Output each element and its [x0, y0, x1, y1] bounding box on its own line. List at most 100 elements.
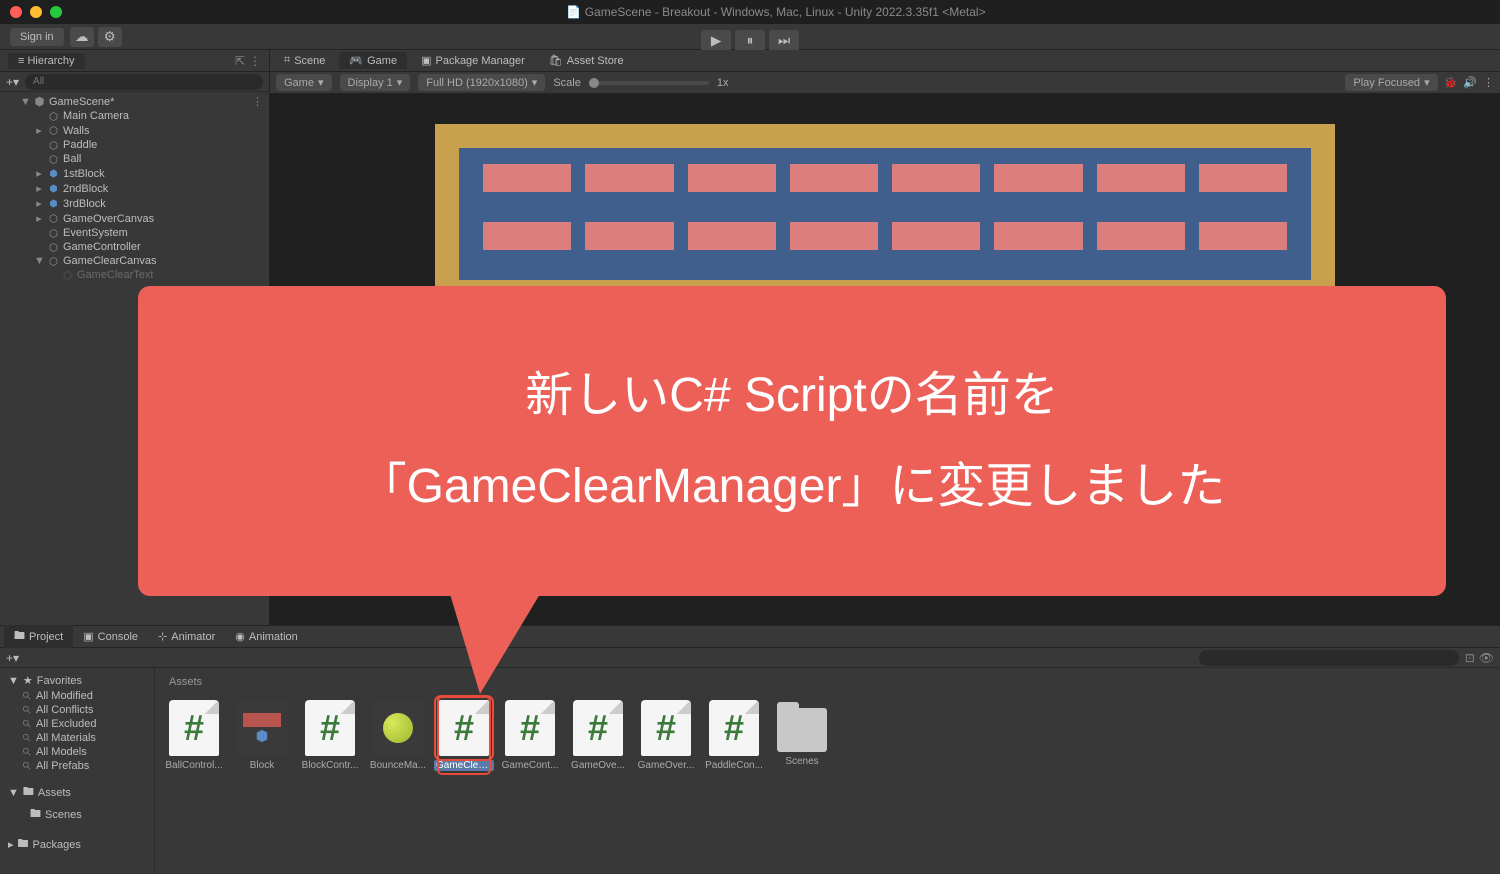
add-button[interactable]: +▾ [6, 75, 19, 89]
play-button[interactable]: ▶ [701, 30, 731, 52]
tree-item-gamecleartext[interactable]: GameClearText [0, 268, 269, 282]
fav-item[interactable]: All Prefabs [0, 759, 154, 773]
block [688, 164, 776, 192]
asset-item[interactable]: #GameOve... [573, 700, 623, 771]
fav-item[interactable]: All Materials [0, 731, 154, 745]
folder-item-scenes[interactable]: 🖿Scenes [0, 804, 154, 825]
audio-icon[interactable]: 🔊 [1463, 76, 1477, 89]
resolution-dropdown[interactable]: Full HD (1920x1080)▾ [418, 74, 545, 91]
fav-item[interactable]: All Models [0, 745, 154, 759]
project-content: ▼★Favorites All Modified All Conflicts A… [0, 668, 1500, 874]
signin-button[interactable]: Sign in [10, 28, 64, 46]
asset-item[interactable]: BounceMa... [373, 700, 423, 771]
window-controls [10, 6, 62, 18]
hierarchy-tree: ▼ GameScene* ⋮ Main Camera ▸Walls Paddle… [0, 92, 269, 284]
pause-button[interactable]: ⏸ [735, 30, 765, 52]
scene-root[interactable]: ▼ GameScene* ⋮ [0, 94, 269, 109]
expand-icon[interactable]: ▼ [34, 255, 44, 267]
breadcrumb[interactable]: Assets [165, 674, 1490, 696]
callout-line2: 「GameClearManager」に変更しました [359, 441, 1226, 532]
tab-animator[interactable]: ⊹Animator [148, 628, 225, 645]
hierarchy-search[interactable] [25, 74, 263, 90]
tree-item-1stblock[interactable]: ▸1stBlock [0, 166, 269, 181]
expand-icon[interactable]: ▸ [34, 197, 44, 210]
stats-icon[interactable]: ⋮ [1483, 76, 1494, 89]
expand-icon[interactable]: ▸ [34, 212, 44, 225]
hierarchy-toolbar: +▾ [0, 72, 269, 92]
asset-item[interactable]: #PaddleCon... [709, 700, 759, 771]
animation-icon: ◉ [235, 630, 245, 643]
fav-item[interactable]: All Excluded [0, 717, 154, 731]
tree-item-camera[interactable]: Main Camera [0, 109, 269, 123]
filter-icon[interactable]: ⊡ [1465, 651, 1475, 665]
fav-item[interactable]: All Conflicts [0, 703, 154, 717]
expand-icon[interactable]: ▸ [34, 124, 44, 137]
game-dropdown[interactable]: Game▾ [276, 74, 332, 91]
favorites-header[interactable]: ▼★Favorites [0, 672, 154, 689]
tree-item-gameovercanvas[interactable]: ▸GameOverCanvas [0, 211, 269, 226]
block [994, 222, 1082, 250]
play-focused-dropdown[interactable]: Play Focused▾ [1345, 74, 1437, 91]
bug-icon[interactable]: 🐞 [1444, 76, 1458, 89]
tab-package-manager[interactable]: ▣Package Manager [411, 52, 535, 69]
close-icon[interactable] [10, 6, 22, 18]
expand-icon[interactable]: ▼ [8, 787, 19, 799]
expand-icon[interactable]: ▼ [20, 96, 30, 108]
asset-item[interactable]: Scenes [777, 700, 827, 771]
tree-item-2ndblock[interactable]: ▸2ndBlock [0, 181, 269, 196]
project-search[interactable] [1199, 650, 1459, 666]
script-icon: # [709, 700, 759, 756]
hierarchy-tab[interactable]: ≡ Hierarchy [8, 53, 85, 69]
block [892, 222, 980, 250]
add-button[interactable]: +▾ [6, 651, 19, 665]
asset-item[interactable]: #GameClea... [439, 698, 489, 773]
packages-header[interactable]: ▸🖿Packages [0, 833, 154, 856]
callout-tail [450, 594, 540, 694]
tab-animation[interactable]: ◉Animation [225, 628, 308, 645]
scene-menu[interactable]: ⋮ [252, 95, 263, 108]
eye-icon[interactable]: 👁 [1479, 651, 1494, 665]
link-icon[interactable]: ⇱ [235, 54, 245, 68]
expand-icon[interactable]: ▸ [34, 167, 44, 180]
fav-item[interactable]: All Modified [0, 689, 154, 703]
gear-icon[interactable]: ⚙ [98, 27, 122, 47]
block [688, 222, 776, 250]
display-dropdown[interactable]: Display 1▾ [340, 74, 411, 91]
tree-item-gamecontroller[interactable]: GameController [0, 240, 269, 254]
tree-item-3rdblock[interactable]: ▸3rdBlock [0, 196, 269, 211]
tree-item-walls[interactable]: ▸Walls [0, 123, 269, 138]
tab-console[interactable]: ▣Console [73, 628, 148, 645]
asset-item[interactable]: #GameCont... [505, 700, 555, 771]
cloud-icon[interactable]: ☁ [70, 27, 94, 47]
step-button[interactable]: ⏭ [769, 30, 799, 52]
maximize-icon[interactable] [50, 6, 62, 18]
hierarchy-tab-bar: ≡ Hierarchy ⇱ ⋮ [0, 50, 269, 72]
tree-item-eventsystem[interactable]: EventSystem [0, 226, 269, 240]
folder-icon: 🖿 [14, 627, 25, 646]
tab-game[interactable]: 🎮Game [339, 52, 407, 69]
expand-icon[interactable]: ▼ [8, 675, 19, 687]
asset-item[interactable]: Block [237, 700, 287, 771]
minimize-icon[interactable] [30, 6, 42, 18]
tab-scene[interactable]: ⌗Scene [274, 52, 335, 69]
tab-project[interactable]: 🖿Project [4, 625, 73, 648]
search-icon [22, 719, 32, 729]
asset-item[interactable]: #GameOver... [641, 700, 691, 771]
window-title: 📄 GameScene - Breakout - Windows, Mac, L… [62, 5, 1490, 19]
assets-header[interactable]: ▼🖿Assets [0, 781, 154, 804]
scale-slider[interactable] [589, 81, 709, 85]
tab-asset-store[interactable]: 🛍Asset Store [539, 52, 634, 69]
tree-item-paddle[interactable]: Paddle [0, 138, 269, 152]
tree-item-ball[interactable]: Ball [0, 152, 269, 166]
expand-icon[interactable]: ▸ [34, 182, 44, 195]
asset-item[interactable]: #BallControl... [169, 700, 219, 771]
tree-item-gameclearcanvas[interactable]: ▼GameClearCanvas [0, 254, 269, 268]
chevron-down-icon: ▾ [532, 76, 538, 89]
play-controls: ▶ ⏸ ⏭ [701, 30, 799, 52]
gameobject-icon [48, 111, 59, 122]
expand-icon[interactable]: ▸ [8, 838, 14, 851]
block [790, 164, 878, 192]
gameobject-icon [62, 270, 73, 281]
menu-icon[interactable]: ⋮ [249, 54, 261, 68]
asset-item[interactable]: #BlockContr... [305, 700, 355, 771]
